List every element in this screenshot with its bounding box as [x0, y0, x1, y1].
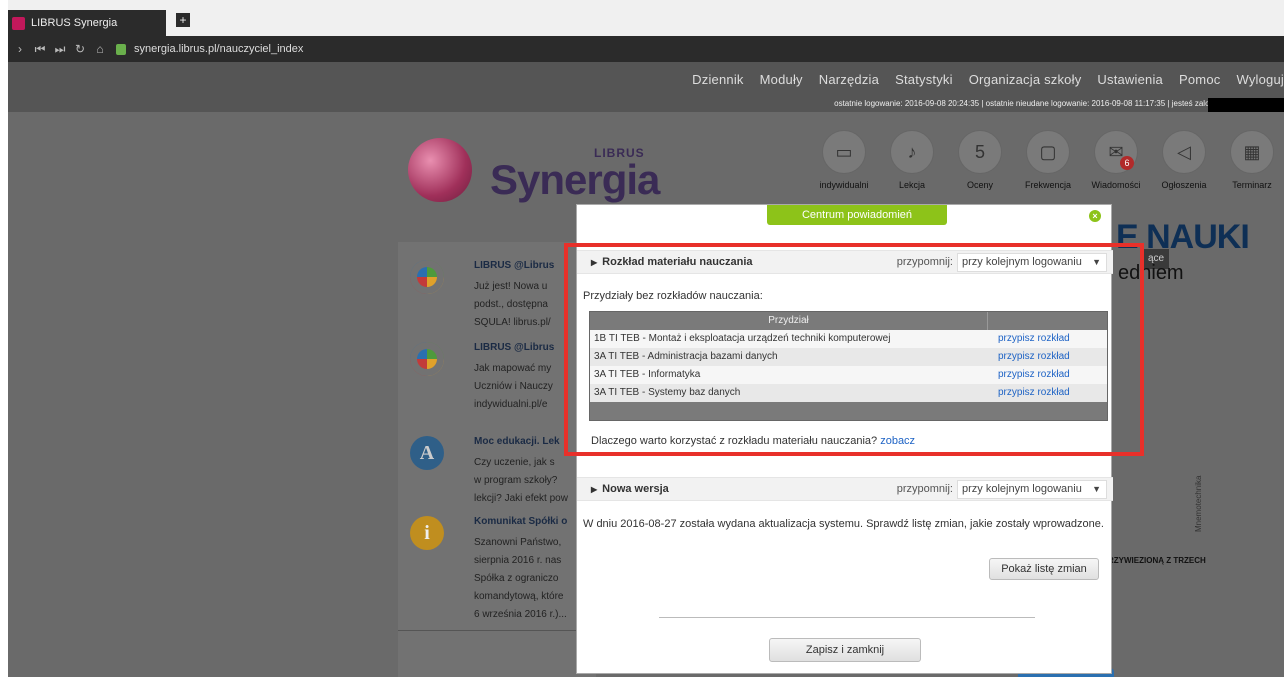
synergia-logo[interactable]: LIBRUS Synergia: [408, 134, 660, 214]
feed-item[interactable]: A Moc edukacji. Lek Czy uczenie, jak s w…: [398, 436, 588, 506]
librus-ring-icon: [410, 342, 444, 376]
feed-text: Szanowni Państwo, sierpnia 2016 r. nas S…: [474, 537, 567, 620]
info-icon: i: [410, 516, 444, 550]
update-text: W dniu 2016-08-27 została wydana aktuali…: [583, 518, 1104, 530]
menu-item[interactable]: Statystyki: [895, 72, 953, 87]
section-header[interactable]: ▶ Nowa wersja przypomnij: przy kolejnym …: [577, 477, 1113, 501]
chevron-down-icon: ▼: [1092, 484, 1101, 494]
feed-title[interactable]: LIBRUS @Librus: [474, 342, 554, 353]
librus-favicon-icon: [12, 16, 25, 30]
feed-item[interactable]: i Komunikat Spółki o Szanowni Państwo, s…: [398, 516, 588, 626]
feed-item[interactable]: LIBRUS @Librus Już jest! Nowa u podst., …: [398, 260, 588, 340]
speech-bubble-icon: ▭: [822, 130, 866, 174]
login-info-bar: ostatnie logowanie: 2016-09-08 20:24:35 …: [8, 98, 1284, 112]
highlight-box: [564, 243, 1144, 456]
feed-divider: [398, 630, 588, 631]
home-icon[interactable]: ⌂: [92, 42, 108, 56]
show-changes-button[interactable]: Pokaż listę zmian: [989, 558, 1099, 580]
banner-mnemotechnika: Mnemotechnika: [1194, 475, 1203, 532]
skip-back-icon[interactable]: ⏮: [32, 42, 48, 57]
remind-select[interactable]: przy kolejnym logowaniu ▼: [957, 480, 1107, 499]
modal-header: Centrum powiadomień: [767, 205, 947, 225]
tab-title: LIBRUS Synergia: [31, 17, 118, 29]
nav-oceny[interactable]: 5 Oceny: [946, 130, 1014, 190]
menu-item[interactable]: Organizacja szkoły: [969, 72, 1082, 87]
megaphone-icon: ◁: [1162, 130, 1206, 174]
nav-label: Wiadomości: [1091, 180, 1141, 190]
modal-divider: [659, 617, 1035, 618]
menu-item[interactable]: Pomoc: [1179, 72, 1220, 87]
menu-item[interactable]: Narzędzia: [819, 72, 879, 87]
feed-title[interactable]: LIBRUS @Librus: [474, 260, 554, 271]
url-field[interactable]: synergia.librus.pl/nauczyciel_index: [134, 43, 303, 55]
menu-item[interactable]: Moduły: [760, 72, 803, 87]
nav-label: Lekcja: [898, 180, 925, 190]
nav-frekwencja[interactable]: ▢ Frekwencja: [1014, 130, 1082, 190]
letter-a-icon: A: [410, 436, 444, 470]
clipboard-icon: ▢: [1026, 130, 1070, 174]
menu-item[interactable]: Dziennik: [692, 72, 743, 87]
nav-label: indywidualni: [819, 180, 869, 190]
address-bar: › ⏮ ⏭ ↻ ⌂ synergia.librus.pl/nauczyciel_…: [8, 36, 1284, 62]
save-close-button[interactable]: Zapisz i zamknij: [769, 638, 921, 662]
browser-tab[interactable]: LIBRUS Synergia: [8, 10, 166, 36]
feed-title[interactable]: Komunikat Spółki o: [474, 516, 567, 527]
forward-icon[interactable]: ›: [12, 42, 28, 56]
grade-5-icon: 5: [958, 130, 1002, 174]
nav-label: Ogłoszenia: [1161, 180, 1207, 190]
section-title: Nowa wersja: [602, 483, 669, 495]
lock-icon: [116, 43, 126, 55]
synergia-swirl-icon: [408, 138, 472, 202]
feed-text: Czy uczenie, jak s w program szkoły? lek…: [474, 457, 568, 504]
menu-item[interactable]: Wyloguj: [1236, 72, 1284, 87]
skip-forward-icon[interactable]: ⏭: [52, 42, 68, 57]
nav-indywidualni[interactable]: ▭ indywidualni: [810, 130, 878, 190]
nav-terminarz[interactable]: ▦ Terminarz: [1218, 130, 1284, 190]
reload-icon[interactable]: ↻: [72, 42, 88, 56]
login-info-text: ostatnie logowanie: 2016-09-08 20:24:35 …: [834, 99, 1254, 108]
nav-wiadomości[interactable]: ✉ 6 Wiadomości: [1082, 130, 1150, 190]
feed-item[interactable]: LIBRUS @Librus Jak mapować my Uczniów i …: [398, 342, 588, 422]
logo-synergia: Synergia: [490, 156, 660, 203]
top-menu: Dziennik Moduły Narzędzia Statystyki Organiz…: [8, 62, 1284, 98]
calendar-icon: ▦: [1230, 130, 1274, 174]
nav-label: Terminarz: [1232, 180, 1272, 190]
section-new-version: ▶ Nowa wersja przypomnij: przy kolejnym …: [577, 477, 1113, 530]
nav-ogłoszenia[interactable]: ◁ Ogłoszenia: [1150, 130, 1218, 190]
triangle-right-icon: ▶: [591, 484, 598, 494]
bell-icon: ♪: [890, 130, 934, 174]
browser-window: LIBRUS Synergia + › ⏮ ⏭ ↻ ⌂ synergia.lib…: [8, 0, 1284, 677]
remind-label: przypomnij:: [896, 483, 953, 495]
redacted-username: [1208, 98, 1284, 112]
librus-ring-icon: [410, 260, 444, 294]
plus-icon[interactable]: +: [176, 13, 190, 27]
unread-badge: 6: [1120, 156, 1134, 170]
feed-title[interactable]: Moc edukacji. Lek: [474, 436, 560, 447]
tab-bar: LIBRUS Synergia +: [8, 0, 1284, 36]
module-icons: ▭ indywidualni ♪ Lekcja 5 Oceny ▢ Frekwencja ✉ 6 W…: [810, 130, 1284, 190]
nav-label: Frekwencja: [1024, 180, 1071, 190]
banner-przywieziona: RZYWIEZIONĄ Z TRZECH: [1108, 556, 1206, 565]
menu-item[interactable]: Ustawienia: [1097, 72, 1163, 87]
remind-select-value: przy kolejnym logowaniu: [962, 483, 1082, 495]
close-circle-icon[interactable]: ×: [1089, 210, 1101, 222]
nav-lekcja[interactable]: ♪ Lekcja: [878, 130, 946, 190]
nav-label: Oceny: [966, 180, 993, 190]
